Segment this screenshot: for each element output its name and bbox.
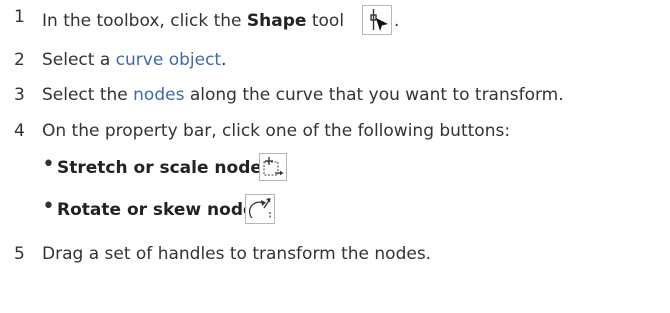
step-text: Select the nodes along the curve that yo…	[42, 84, 564, 106]
step-number: 5	[14, 244, 25, 264]
step-text-pre: Select the	[42, 85, 134, 105]
step-text: In the toolbox, click the Shape tool	[42, 10, 344, 32]
bullet-label: Stretch or scale nodes	[57, 158, 273, 178]
bullet-label: Rotate or skew nodes	[57, 200, 265, 220]
step-number: 2	[14, 50, 25, 70]
step-number: 1	[14, 7, 25, 27]
step-number: 4	[14, 121, 25, 141]
rotate-skew-nodes-icon	[245, 194, 275, 224]
step-1-end: .	[394, 11, 400, 31]
step-text-post: tool	[306, 11, 345, 31]
step-text: Select a curve object.	[42, 49, 227, 71]
stretch-scale-nodes-icon	[259, 153, 287, 181]
step-text-post: .	[221, 50, 227, 70]
step-text-pre: Select a	[42, 50, 116, 70]
bullet-mark: •	[42, 194, 55, 219]
bullet-mark: •	[42, 152, 55, 177]
step-text: Drag a set of handles to transform the n…	[42, 244, 432, 264]
nodes-link[interactable]: nodes	[133, 85, 184, 105]
step-number: 3	[14, 85, 25, 105]
shape-tool-name: Shape	[246, 11, 307, 31]
step-text-post: along the curve that you want to transfo…	[184, 85, 564, 105]
step-text-pre: In the toolbox, click the	[42, 11, 247, 31]
curve-object-link[interactable]: curve object	[116, 50, 221, 70]
shape-tool-icon	[362, 5, 392, 35]
step-text: On the property bar, click one of the fo…	[42, 121, 511, 141]
